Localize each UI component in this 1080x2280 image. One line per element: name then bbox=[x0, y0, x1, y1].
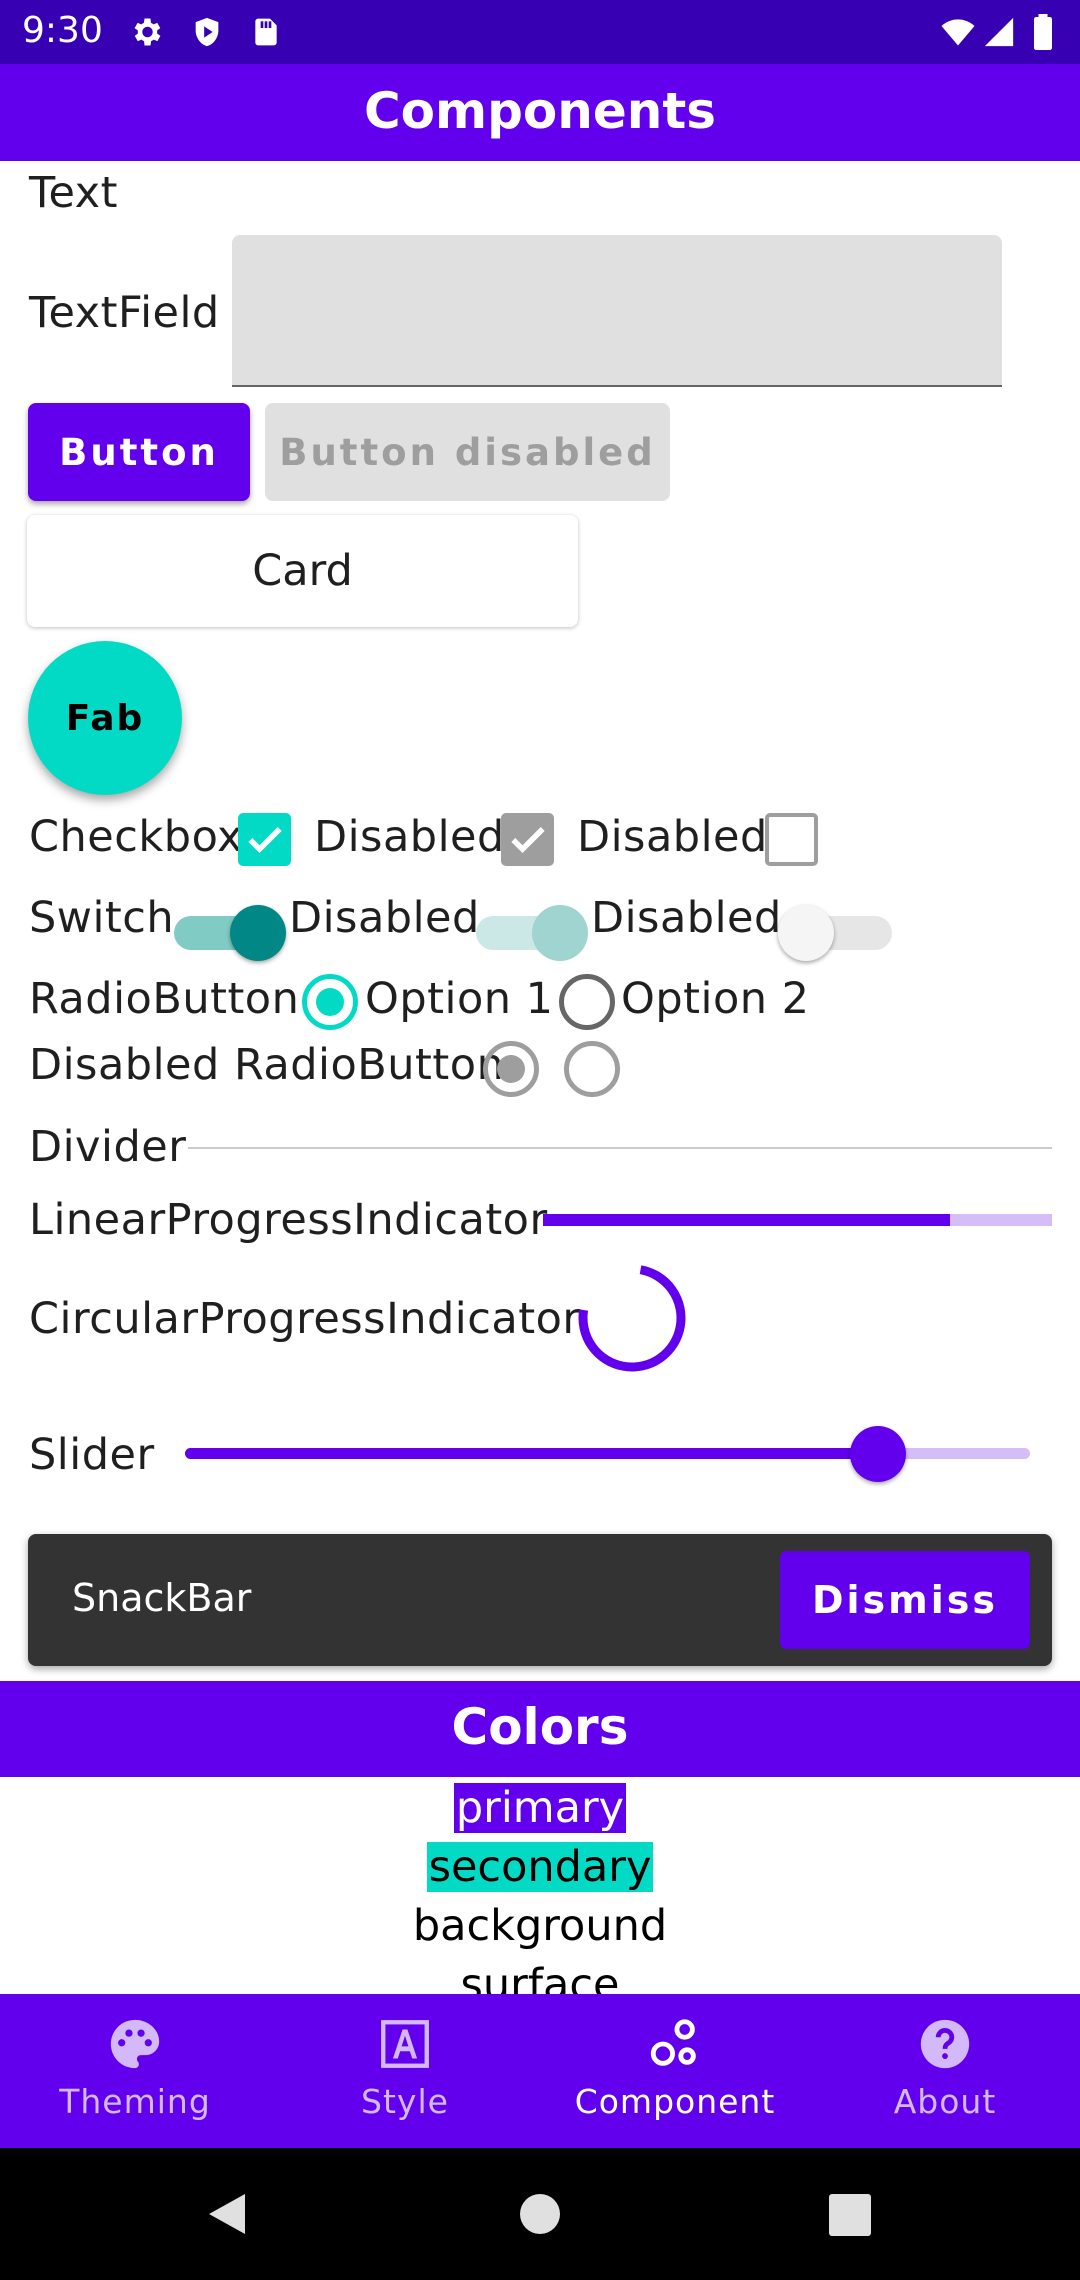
text-label: Text bbox=[29, 168, 118, 218]
snackbar-text: SnackBar bbox=[72, 1576, 252, 1620]
switch-on[interactable] bbox=[174, 905, 290, 961]
nav-item-theming[interactable]: Theming bbox=[0, 1994, 270, 2148]
switch-disabled-on bbox=[476, 905, 592, 961]
fab-label: Fab bbox=[65, 697, 145, 739]
slider-label: Slider bbox=[29, 1430, 155, 1480]
radio-option-2[interactable] bbox=[559, 974, 615, 1030]
switch-disabled-label-1: Disabled bbox=[289, 893, 480, 943]
switch-label: Switch bbox=[29, 893, 175, 943]
circular-progress bbox=[576, 1262, 688, 1378]
nav-item-style[interactable]: Style bbox=[270, 1994, 540, 2148]
check-icon bbox=[247, 826, 282, 853]
nav-label: Theming bbox=[59, 2082, 211, 2121]
snackbar-dismiss-button[interactable]: Dismiss bbox=[780, 1551, 1030, 1649]
checkbox-disabled-label-1: Disabled bbox=[314, 812, 505, 862]
text-field[interactable] bbox=[232, 235, 1002, 387]
switch-disabled-off bbox=[778, 905, 894, 961]
sd-card-icon bbox=[250, 14, 282, 54]
divider bbox=[188, 1147, 1052, 1149]
shield-icon bbox=[190, 14, 224, 54]
checkbox-disabled-checked bbox=[501, 813, 554, 866]
bubbles-icon bbox=[645, 2014, 705, 2074]
checkbox-disabled-label-2: Disabled bbox=[577, 812, 768, 862]
nav-label: Style bbox=[361, 2082, 449, 2121]
page-title: Components bbox=[363, 82, 717, 140]
palette-icon bbox=[105, 2014, 165, 2074]
colors-title: Colors bbox=[451, 1698, 629, 1756]
card-label: Card bbox=[252, 546, 353, 596]
cell-signal-icon bbox=[982, 14, 1016, 54]
switch-thumb bbox=[532, 905, 588, 961]
check-icon bbox=[510, 826, 545, 853]
switch-thumb bbox=[778, 905, 834, 961]
textfield-label: TextField bbox=[29, 288, 220, 338]
radio-disabled-unselected bbox=[564, 1041, 620, 1097]
disabled-button: Button disabled bbox=[265, 403, 670, 501]
radio-disabled-selected bbox=[483, 1041, 539, 1097]
checkbox-label: Checkbox bbox=[29, 812, 244, 862]
slider-thumb[interactable] bbox=[850, 1426, 906, 1482]
swatch-label: background bbox=[410, 1901, 670, 1951]
recents-icon[interactable] bbox=[829, 2194, 871, 2240]
circular-progress-label: CircularProgressIndicator bbox=[29, 1294, 581, 1344]
checkbox-disabled-unchecked bbox=[765, 813, 818, 866]
switch-thumb bbox=[230, 905, 286, 961]
swatch-label: primary bbox=[453, 1783, 627, 1833]
color-swatch-primary: primary bbox=[0, 1779, 1080, 1837]
swatch-label: secondary bbox=[426, 1842, 654, 1892]
disabled-radio-label: Disabled RadioButton bbox=[29, 1040, 505, 1090]
help-icon bbox=[915, 2014, 975, 2074]
card[interactable]: Card bbox=[27, 515, 578, 627]
nav-item-component[interactable]: Component bbox=[540, 1994, 810, 2148]
radio-dot bbox=[497, 1055, 525, 1083]
checkbox-checked[interactable] bbox=[238, 813, 291, 866]
text-style-icon bbox=[375, 2014, 435, 2074]
primary-button[interactable]: Button bbox=[28, 403, 250, 501]
color-swatch-background: background bbox=[0, 1897, 1080, 1955]
color-swatch-secondary: secondary bbox=[0, 1838, 1080, 1896]
wifi-icon bbox=[938, 14, 978, 54]
radio-dot bbox=[316, 988, 344, 1016]
radio-label: RadioButton bbox=[29, 974, 300, 1024]
linear-progress-fill bbox=[543, 1214, 950, 1226]
battery-icon bbox=[1032, 14, 1054, 54]
radio-option-1-label[interactable]: Option 1 bbox=[365, 974, 554, 1024]
nav-item-about[interactable]: About bbox=[810, 1994, 1080, 2148]
radio-option-2-label[interactable]: Option 2 bbox=[621, 974, 810, 1024]
radio-option-1[interactable] bbox=[302, 974, 358, 1030]
nav-label: Component bbox=[574, 2082, 776, 2121]
bottom-navigation: Theming Style Component About bbox=[0, 1994, 1080, 2148]
linear-progress-label: LinearProgressIndicator bbox=[29, 1195, 548, 1245]
nav-label: About bbox=[893, 2082, 997, 2121]
settings-icon bbox=[128, 14, 164, 54]
divider-label: Divider bbox=[29, 1122, 187, 1172]
slider-fill bbox=[185, 1448, 878, 1459]
switch-disabled-label-2: Disabled bbox=[591, 893, 782, 943]
home-icon[interactable] bbox=[518, 2192, 562, 2240]
status-time: 9:30 bbox=[22, 10, 103, 51]
fab-button[interactable]: Fab bbox=[28, 641, 182, 795]
back-icon[interactable] bbox=[204, 2190, 246, 2242]
